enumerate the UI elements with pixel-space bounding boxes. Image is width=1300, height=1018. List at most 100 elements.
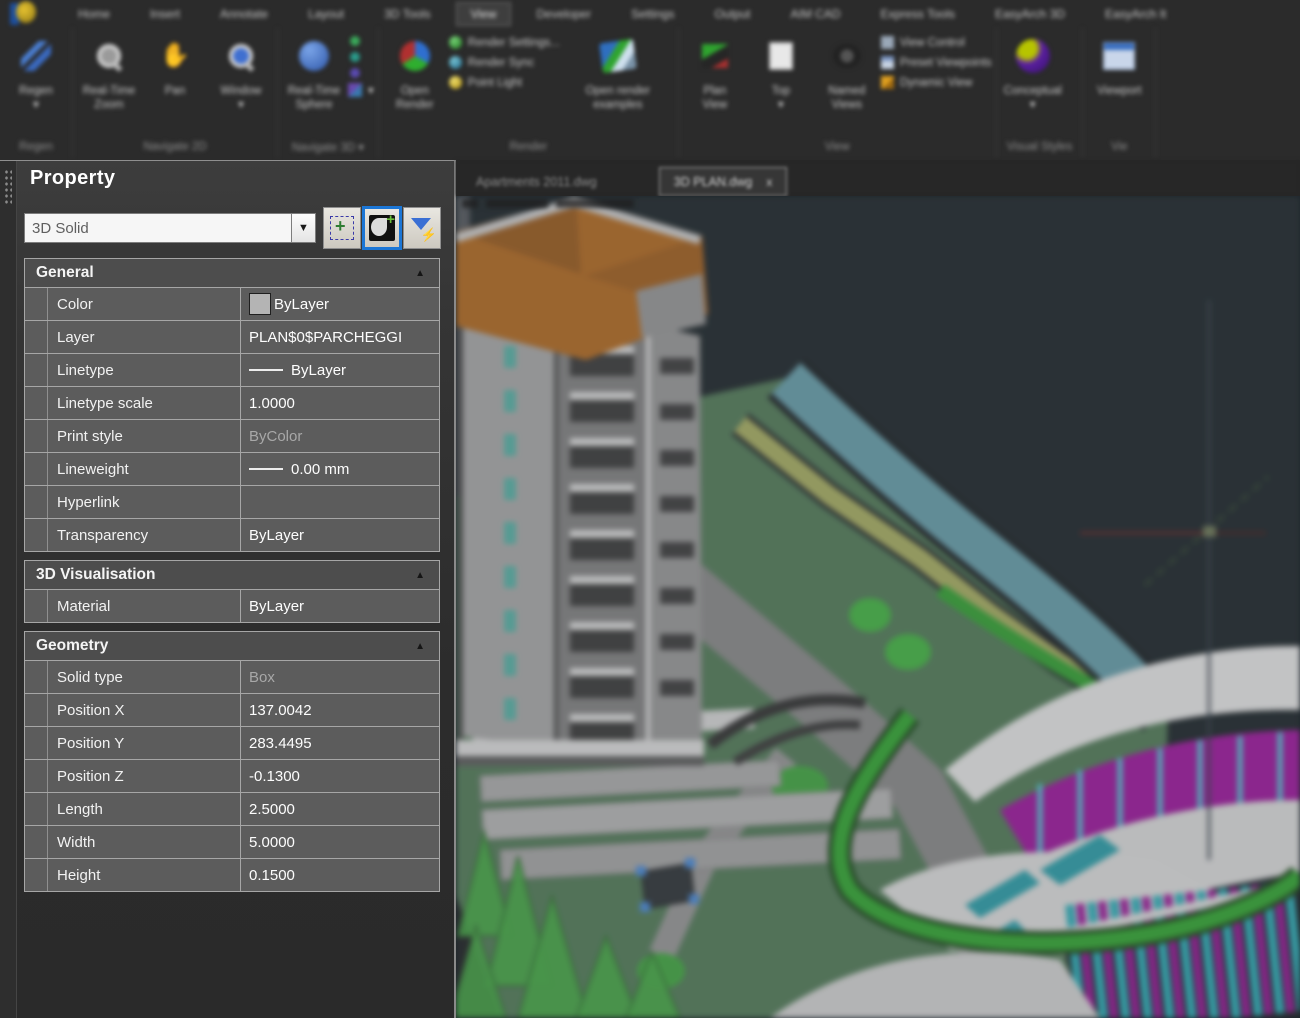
property-row-hyperlink: Hyperlink	[24, 486, 440, 519]
value-text: ByColor	[249, 428, 302, 445]
regen-icon	[21, 41, 51, 71]
ribbon-button-view-control[interactable]: View Control	[881, 36, 992, 49]
collapse-arrow-icon[interactable]: ▲	[415, 570, 425, 581]
ribbon-button-preset-viewpoints[interactable]: Preset Viewpoints	[881, 56, 992, 69]
section-header-geometry[interactable]: Geometry▲	[24, 631, 440, 661]
ribbon-button-real-time-zoom[interactable]: Real-TimeZoom	[77, 30, 141, 117]
ribbon-button-window[interactable]: Window▾	[209, 30, 273, 117]
ribbon-group-render: OpenRenderRender Settings... Render Sync P…	[379, 28, 679, 158]
ribbon-button-conceptual[interactable]: Conceptual▾	[1001, 30, 1065, 117]
close-tab-icon[interactable]: x	[766, 175, 772, 189]
combo-dropdown-arrow-icon[interactable]: ▼	[291, 213, 316, 243]
ribbon-button-regen[interactable]: Regen▾	[4, 30, 68, 117]
value-text: ByLayer	[249, 598, 304, 615]
ribbon-button-pan[interactable]: ✋Pan	[143, 30, 207, 102]
document-tab-apartments-2011-dwg[interactable]: Apartments 2011.dwg	[462, 167, 611, 196]
application-menu-button[interactable]	[8, 1, 34, 27]
ribbon-tab-annotate[interactable]: Annotate	[205, 2, 283, 26]
property-value-hyperlink[interactable]	[241, 486, 439, 518]
button-label: Sphere	[295, 98, 332, 112]
bulb-icon	[449, 76, 462, 89]
property-value-width[interactable]: 5.0000	[241, 826, 439, 858]
ribbon-tab-view[interactable]: View	[456, 2, 512, 26]
property-value-transparency[interactable]: ByLayer	[241, 519, 439, 551]
viewport-minus-control[interactable]	[462, 199, 478, 208]
property-value-color[interactable]: ByLayer	[241, 288, 439, 320]
document-tab-3d-plan-dwg[interactable]: 3D PLAN.dwgx	[659, 167, 788, 196]
dynamic-view-icon	[881, 76, 894, 89]
ribbon-tab-output[interactable]: Output	[699, 2, 765, 26]
section-header-general[interactable]: General▲	[24, 258, 440, 288]
ribbon-button-viewport[interactable]: Viewport	[1087, 30, 1151, 102]
ribbon-tab-home[interactable]: Home	[63, 2, 125, 26]
property-value-position-y[interactable]: 283.4495	[241, 727, 439, 759]
collapse-arrow-icon[interactable]: ▲	[415, 268, 425, 279]
green-sphere-icon	[449, 36, 462, 49]
property-row-lineweight: Lineweight0.00 mm	[24, 453, 440, 486]
button-label: ▾	[778, 98, 784, 112]
color-swatch[interactable]	[249, 293, 271, 315]
ribbon-button-render-settings[interactable]: Render Settings...	[449, 36, 560, 49]
property-value-length[interactable]: 2.5000	[241, 793, 439, 825]
property-value-print-style[interactable]: ByColor	[241, 420, 439, 452]
property-value-position-x[interactable]: 137.0042	[241, 694, 439, 726]
viewport-style-control[interactable]	[556, 199, 634, 208]
row-indent	[25, 859, 48, 891]
ribbon-button-plan-view[interactable]: PlanView	[683, 30, 747, 117]
value-text: 283.4495	[249, 735, 312, 752]
property-label-length: Length	[48, 793, 241, 825]
quick-select-button[interactable]	[362, 206, 402, 250]
ribbon-tab-aim-cad[interactable]: AIM CAD	[775, 2, 855, 26]
property-value-position-z[interactable]: -0.1300	[241, 760, 439, 792]
teal-sphere-icon	[449, 56, 462, 69]
ribbon-group-label-view: View	[683, 136, 992, 158]
ribbon-button-dynamic-view[interactable]: Dynamic View	[881, 76, 992, 89]
ribbon-button-open-render-examples[interactable]: Open renderexamples	[562, 30, 674, 117]
ribbon-group-label-render: Render	[383, 136, 674, 158]
ribbon-tab-3d-tools[interactable]: 3D Tools	[369, 2, 445, 26]
property-label-material: Material	[48, 590, 241, 622]
ribbon-tab-developer[interactable]: Developer	[521, 2, 606, 26]
viewport-3d-scene[interactable]	[456, 196, 1300, 1018]
property-value-height[interactable]: 0.1500	[241, 859, 439, 891]
section-header-3d-visualisation[interactable]: 3D Visualisation▲	[24, 560, 440, 590]
property-value-solid-type[interactable]: Box	[241, 661, 439, 693]
panel-grip-bar[interactable]	[0, 161, 17, 1018]
button-label: ▾	[238, 98, 244, 112]
viewports-icon	[1103, 42, 1135, 70]
property-label-layer: Layer	[48, 321, 241, 353]
ribbon-tab-insert[interactable]: Insert	[135, 2, 195, 26]
ribbon-tab-easyarch-it[interactable]: EasyArch It	[1090, 2, 1181, 26]
ribbon-tab-express-tools[interactable]: Express Tools	[866, 2, 970, 26]
property-value-linetype[interactable]: ByLayer	[241, 354, 439, 386]
property-value-lineweight[interactable]: 0.00 mm	[241, 453, 439, 485]
property-row-position-z: Position Z-0.1300	[24, 760, 440, 793]
property-value-material[interactable]: ByLayer	[241, 590, 439, 622]
selection-filter-button[interactable]	[403, 207, 441, 249]
ribbon-tab-layout[interactable]: Layout	[293, 2, 359, 26]
button-label: ▾	[368, 83, 374, 97]
viewport-view-control[interactable]	[486, 199, 548, 208]
ribbon-button-nav-dots-icon[interactable]	[348, 36, 374, 76]
ribbon-button-open-render[interactable]: OpenRender	[383, 30, 447, 117]
top-view-icon	[769, 42, 793, 70]
ribbon-button-named-views[interactable]: NamedViews	[815, 30, 879, 117]
ribbon-tab-settings[interactable]: Settings	[616, 2, 689, 26]
ribbon-tab-easyarch-3d[interactable]: EasyArch 3D	[980, 2, 1080, 26]
ribbon-button-point-light[interactable]: Point Light	[449, 76, 560, 89]
button-label: Point Light	[468, 77, 522, 89]
row-indent	[25, 793, 48, 825]
property-value-layer[interactable]: PLAN$0$PARCHEGGI	[241, 321, 439, 353]
viewport[interactable]	[456, 196, 1300, 1018]
document-tab-bar: Apartments 2011.dwg 3D PLAN.dwgx	[456, 160, 1300, 196]
select-objects-button[interactable]	[323, 207, 361, 249]
property-value-linetype-scale[interactable]: 1.0000	[241, 387, 439, 419]
collapse-arrow-icon[interactable]: ▲	[415, 641, 425, 652]
ribbon-button-render-sync[interactable]: Render Sync	[449, 56, 560, 69]
object-type-select[interactable]: 3D Solid	[24, 213, 292, 243]
ribbon-button-nav-cube-icon[interactable]: ▾	[348, 83, 374, 97]
viewport-controls[interactable]	[462, 199, 662, 212]
button-label: View Control	[900, 37, 965, 49]
ribbon-button-top[interactable]: Top▾	[749, 30, 813, 117]
ribbon-button-real-time-sphere[interactable]: Real-TimeSphere	[282, 30, 346, 117]
